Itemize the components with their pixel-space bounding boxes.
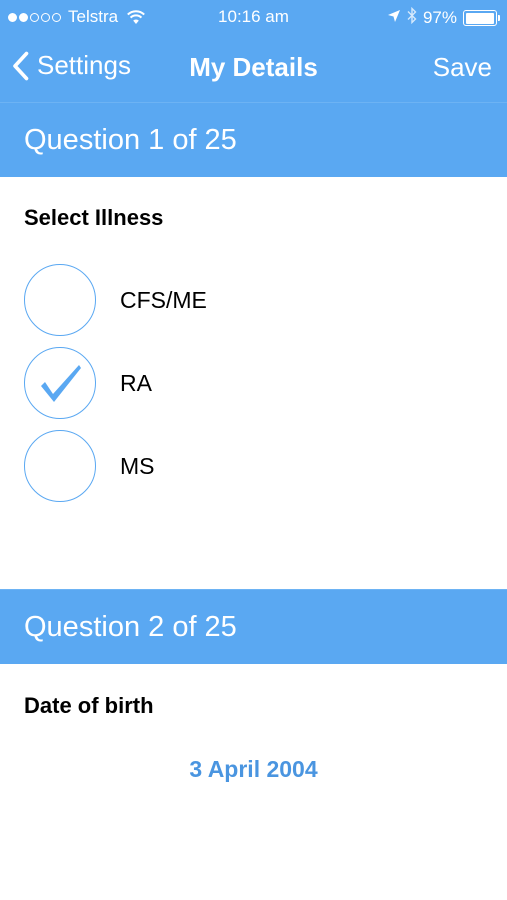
checkmark-icon [41,365,81,402]
option-cfs-me[interactable]: CFS/ME [24,264,207,336]
status-bar: Telstra 10:16 am 97% [0,0,507,34]
battery-fill [465,12,494,24]
question-1-header: Question 1 of 25 [0,102,507,177]
option-ra[interactable]: RA [24,347,152,419]
back-button[interactable]: Settings [12,50,131,81]
option-label: RA [120,369,152,396]
back-button-label: Settings [37,50,131,80]
navigation-bar: Settings My Details Save [0,34,507,102]
chevron-left-icon [13,51,29,80]
question-1-label: Select Illness [24,205,164,230]
status-right: 97% [381,6,500,29]
top-bar: Telstra 10:16 am 97% Settings My Details… [0,0,507,102]
save-button[interactable]: Save [433,52,492,83]
radio-circle[interactable] [24,347,96,419]
date-of-birth-value[interactable]: 3 April 2004 [0,756,507,783]
radio-circle[interactable] [24,264,96,336]
location-arrow-icon [387,8,401,28]
battery-tip [497,15,500,21]
battery-icon [463,10,500,26]
question-2-label: Date of birth [24,693,154,718]
bluetooth-icon [407,6,417,29]
radio-circle[interactable] [24,430,96,502]
option-label: CFS/ME [120,286,207,313]
option-label: MS [120,452,155,479]
question-2-header: Question 2 of 25 [0,589,507,664]
battery-percent: 97% [422,8,457,27]
option-ms[interactable]: MS [24,430,155,502]
